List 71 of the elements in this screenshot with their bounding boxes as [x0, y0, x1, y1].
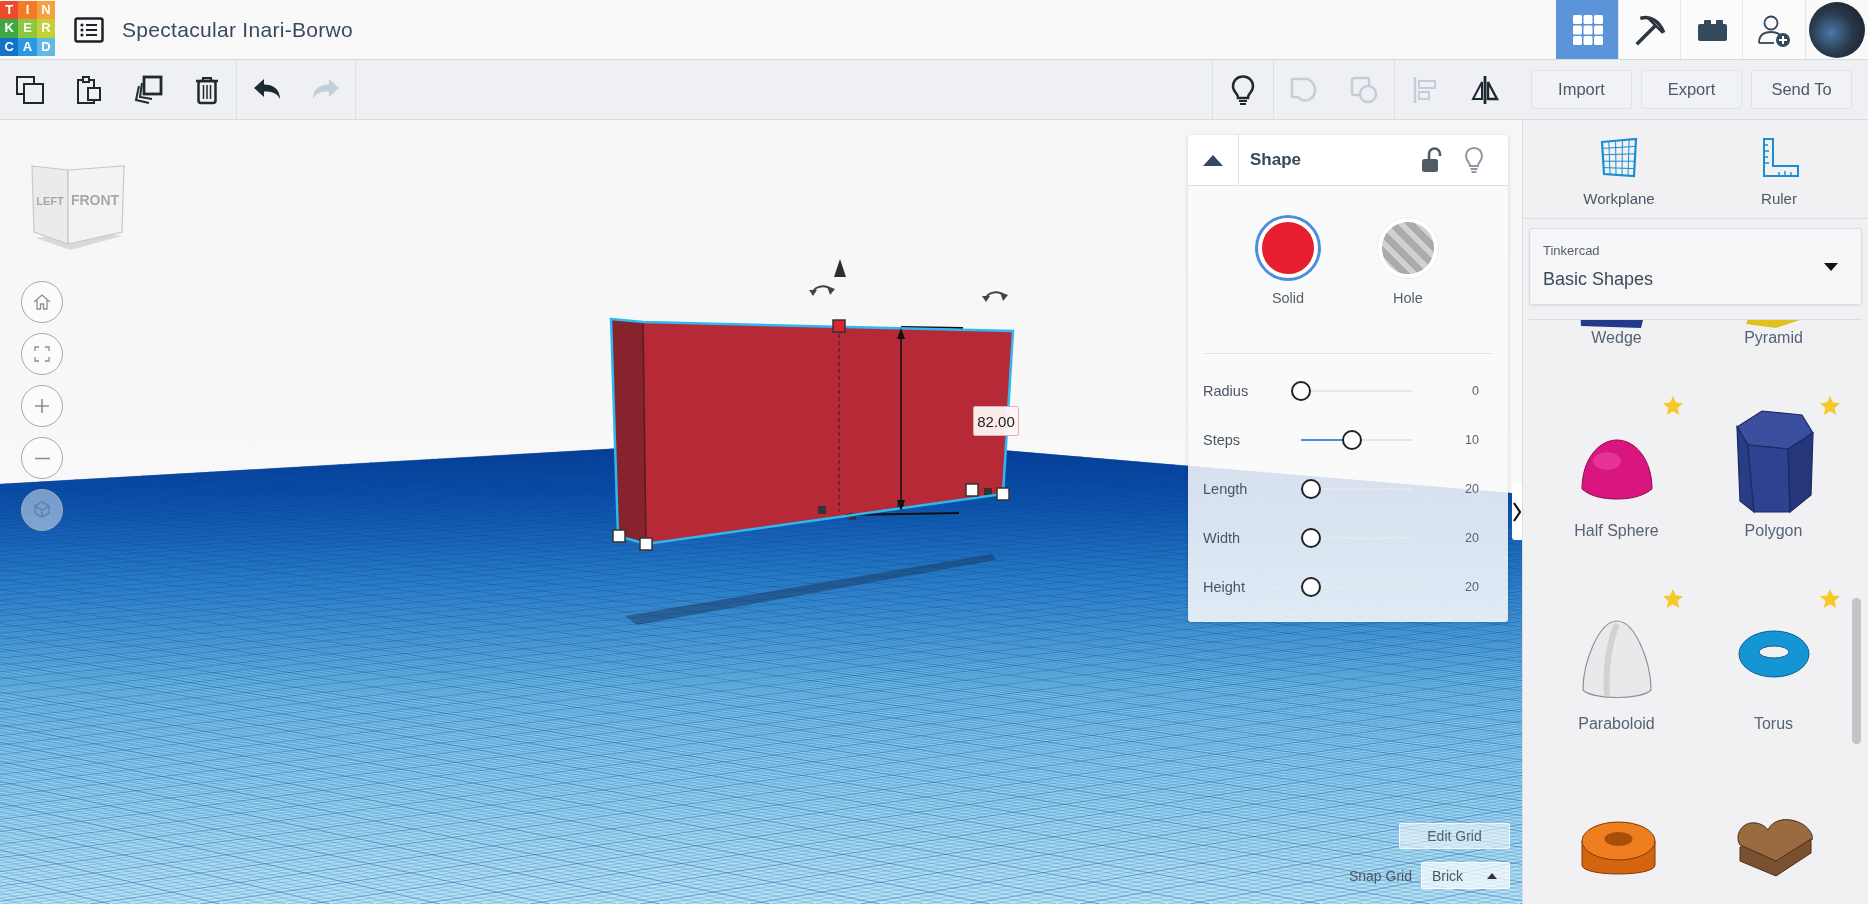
home-icon: [32, 292, 52, 312]
scrollbar[interactable]: [1852, 598, 1861, 744]
rotate-arrow-icon[interactable]: [809, 285, 835, 296]
resize-handle[interactable]: [612, 529, 626, 543]
star-icon[interactable]: [1662, 588, 1684, 610]
param-value: 10: [1464, 432, 1479, 447]
resize-handle[interactable]: [639, 537, 653, 551]
library-category-value: Basic Shapes: [1543, 268, 1655, 290]
solid-option[interactable]: Solid: [1228, 218, 1348, 308]
ruler-button[interactable]: Ruler: [1699, 136, 1859, 209]
sidebar-toggle[interactable]: [1512, 483, 1522, 540]
slider-thumb[interactable]: [1301, 527, 1321, 548]
shape-label: Wedge: [1591, 328, 1642, 348]
cube-icon: [32, 500, 52, 520]
slider-thumb[interactable]: [1301, 478, 1321, 499]
lift-arrow-icon[interactable]: [834, 259, 846, 277]
resize-handle[interactable]: [996, 487, 1010, 501]
param-value: 0: [1471, 383, 1479, 398]
tinkercad-logo[interactable]: T I N K E R C A D: [0, 1, 55, 56]
shape-label: Polygon: [1744, 521, 1803, 541]
plus-icon: [32, 396, 52, 416]
dimension-field[interactable]: 82.00: [973, 406, 1019, 436]
slider-thumb[interactable]: [1301, 576, 1321, 597]
projection-button[interactable]: [21, 489, 63, 531]
panel-title: Shape: [1250, 150, 1302, 170]
toolbar-button[interactable]: Import: [1531, 70, 1632, 109]
library-dropdown[interactable]: Tinkercad Basic Shapes: [1529, 228, 1862, 305]
param-label: Radius: [1203, 382, 1250, 399]
shape-label: Half Sphere: [1574, 521, 1659, 541]
resize-handle[interactable]: [965, 483, 979, 497]
workplane-button[interactable]: Workplane: [1539, 136, 1699, 209]
star-icon[interactable]: [1662, 395, 1684, 417]
height-handle[interactable]: [832, 319, 846, 333]
star-icon[interactable]: [1819, 588, 1841, 610]
param-label: Steps: [1203, 431, 1242, 448]
chevron-right-icon: [1512, 500, 1522, 523]
design-title[interactable]: Spectacular Inari-Borwo: [122, 17, 353, 42]
slider-thumb[interactable]: [1291, 380, 1311, 401]
fit-view-icon: [32, 344, 52, 364]
toolbar-button[interactable]: Send To: [1751, 70, 1852, 109]
rotate-arrow-icon[interactable]: [982, 291, 1008, 302]
param-value: 20: [1464, 530, 1479, 545]
snap-grid-value: Brick: [1432, 867, 1464, 884]
edit-grid-button[interactable]: Edit Grid: [1399, 823, 1510, 849]
param-value: 20: [1464, 481, 1479, 496]
star-icon[interactable]: [1819, 395, 1841, 417]
library-provider-label: Tinkercad: [1543, 243, 1601, 259]
box-drawing[interactable]: [609, 317, 1015, 546]
shape-label: Pyramid: [1744, 328, 1803, 348]
lock-icon[interactable]: [1420, 147, 1442, 173]
workspace-canvas[interactable]: LEFT FRONT 82.00 Shape Solid Hole Radius 0 Steps 10 Length 20 Width 20 Height 20 Edit Grid Snap Grid Brick: [0, 120, 1522, 904]
slider-thumb[interactable]: [1342, 429, 1363, 450]
avatar-placeholder[interactable]: [1809, 1, 1865, 58]
list-icon[interactable]: [74, 16, 104, 43]
caret-down-icon: [1824, 262, 1838, 271]
snap-grid-label: Snap Grid: [1348, 867, 1412, 884]
shape-label: Torus: [1753, 714, 1794, 734]
param-label: Length: [1203, 480, 1249, 497]
caret-up-icon[interactable]: [1201, 153, 1225, 167]
toolbar-button[interactable]: Export: [1641, 70, 1742, 109]
param-label: Height: [1203, 578, 1246, 595]
grid-icon: [1570, 12, 1605, 47]
param-label: Width: [1203, 529, 1242, 546]
snap-grid-dropdown[interactable]: Brick: [1421, 862, 1510, 889]
shape-label: Paraboloid: [1578, 714, 1655, 734]
mirror-icon[interactable]: [1469, 73, 1501, 106]
caret-up-icon: [1487, 872, 1497, 879]
copy-icon[interactable]: [13, 73, 46, 106]
param-value: 20: [1464, 579, 1479, 594]
hole-option[interactable]: Hole: [1348, 218, 1468, 308]
minus-icon: [34, 456, 50, 460]
